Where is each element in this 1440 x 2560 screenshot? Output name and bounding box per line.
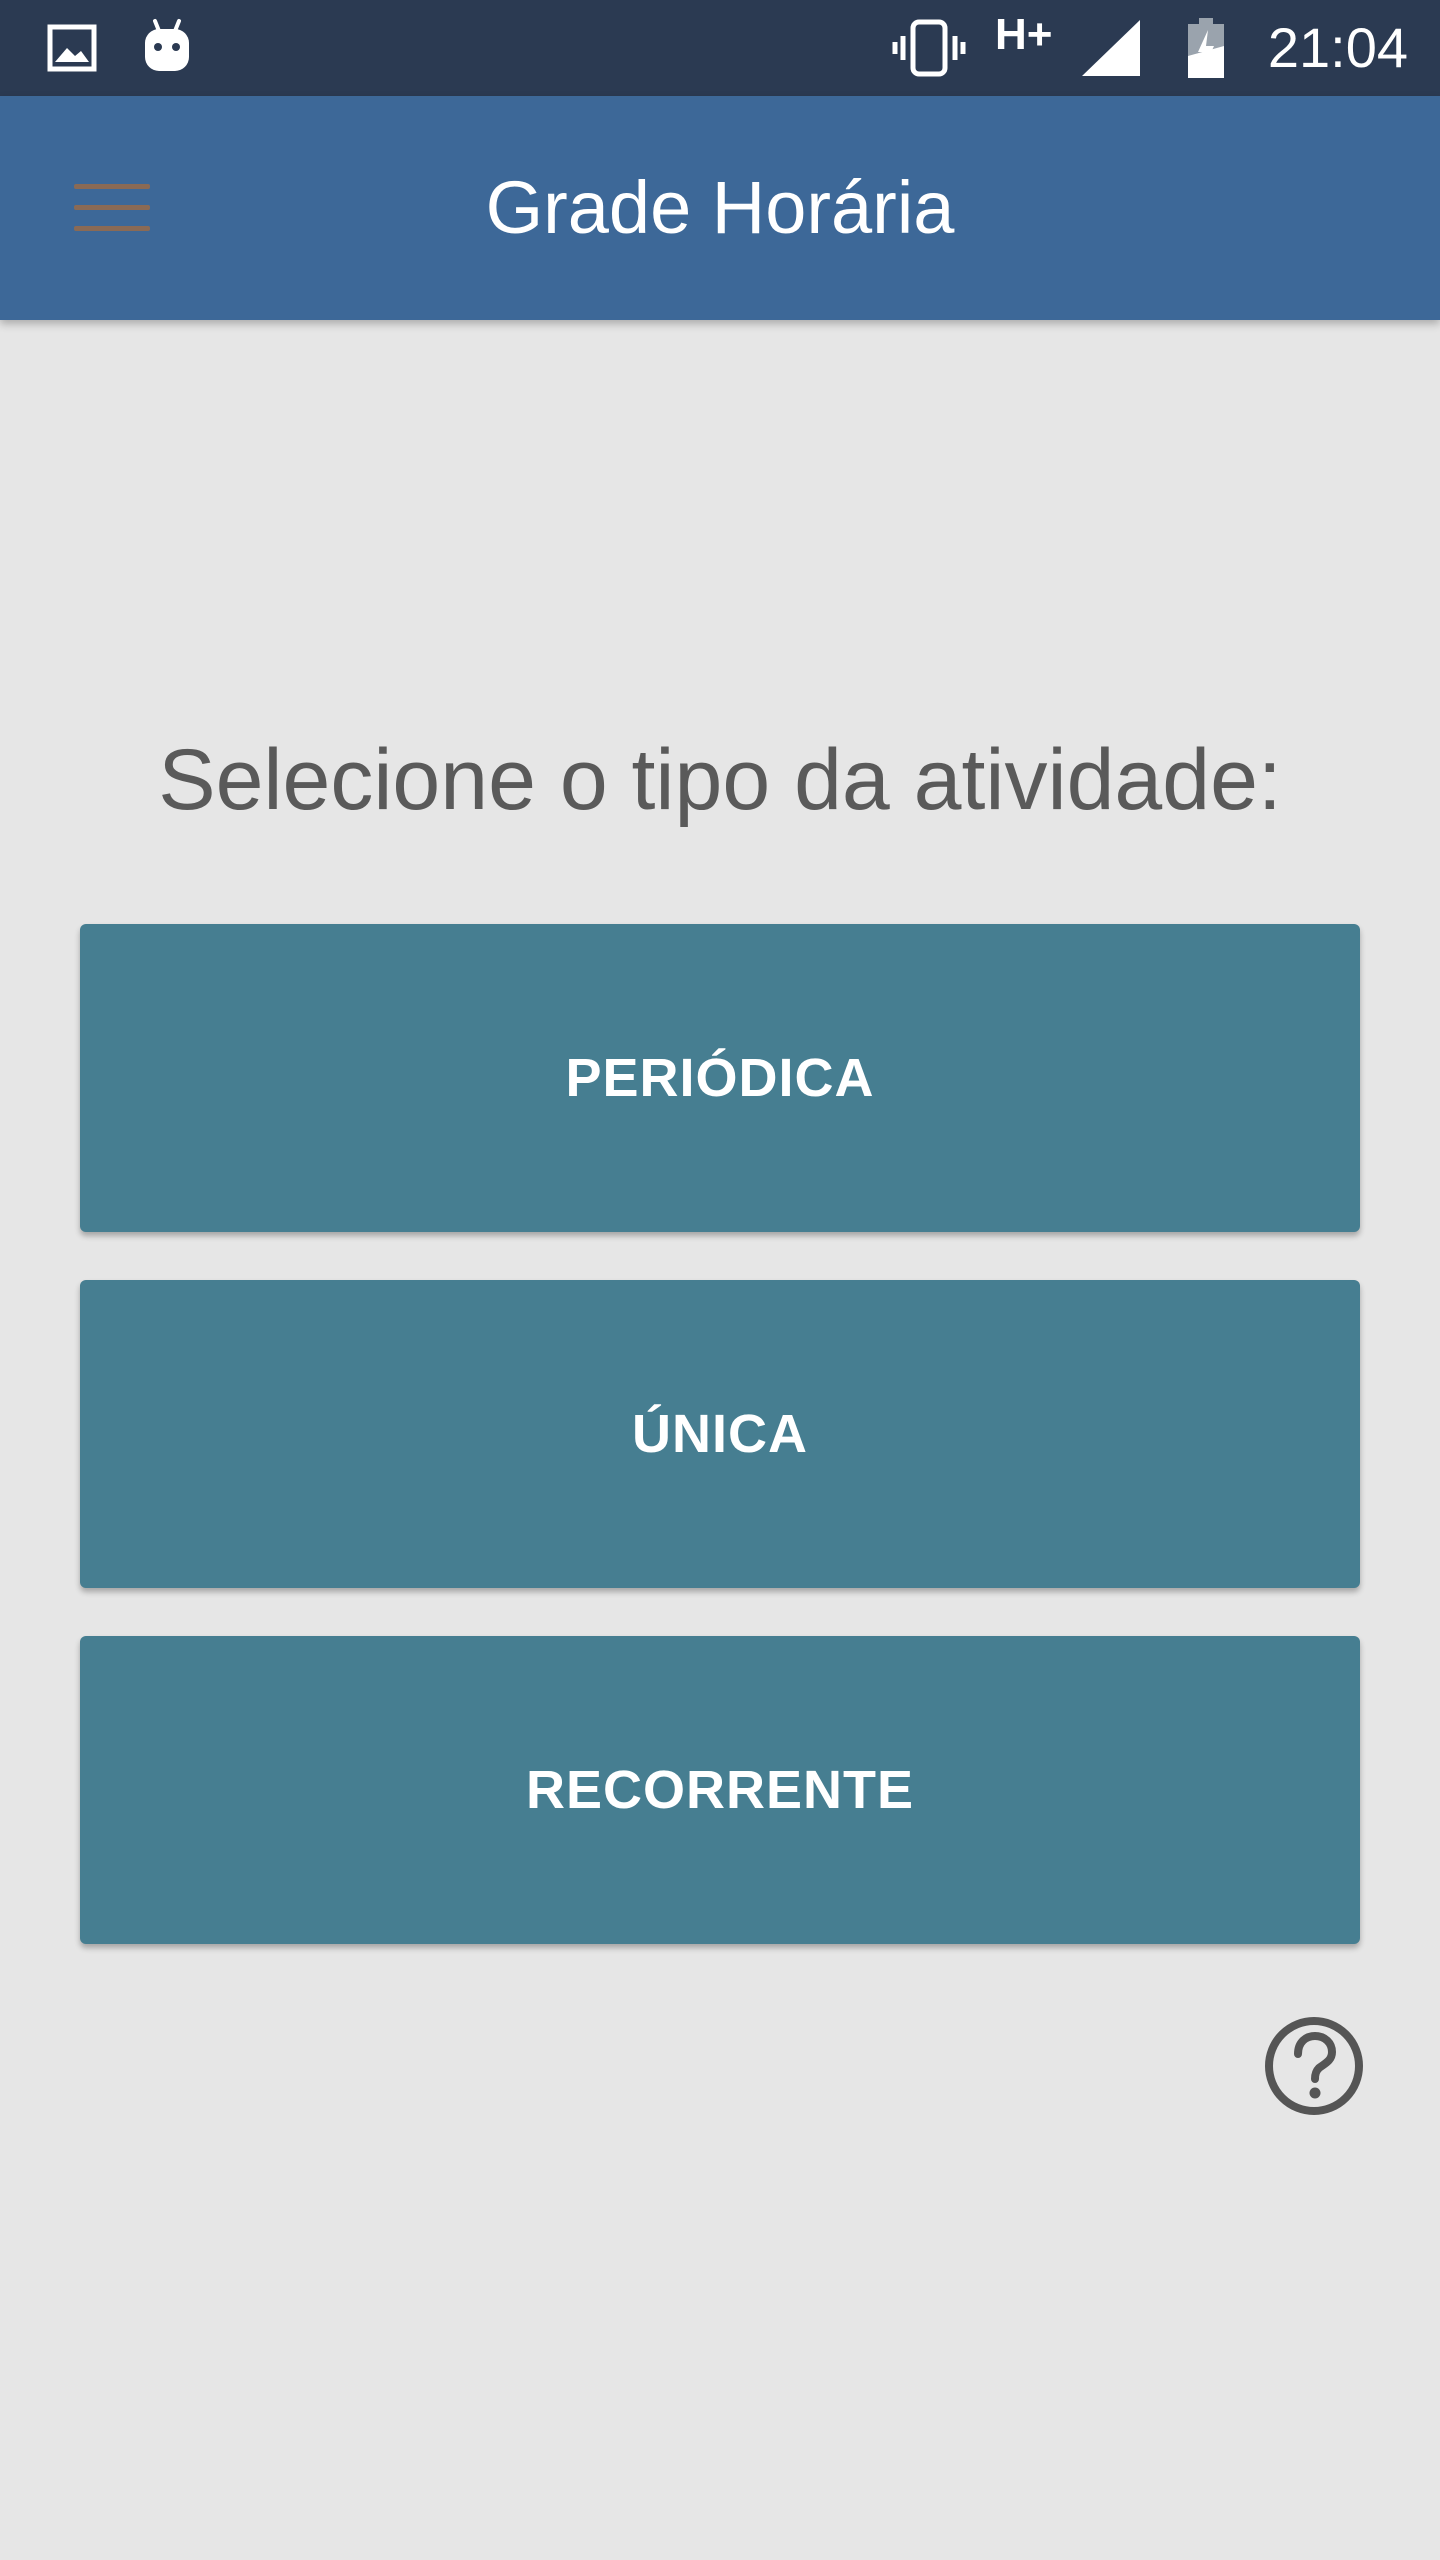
android-icon — [140, 16, 194, 76]
status-bar: H+ 21:04 — [0, 0, 1440, 96]
hamburger-menu-icon — [74, 182, 150, 234]
unica-button-label: ÚNICA — [632, 1404, 808, 1464]
app-bar: Grade Horária — [0, 96, 1440, 320]
menu-button[interactable] — [56, 158, 168, 258]
battery-charging-icon — [1184, 16, 1228, 80]
periodica-button[interactable]: PERIÓDICA — [80, 924, 1360, 1232]
recorrente-button-label: RECORRENTE — [525, 1760, 915, 1820]
vibrate-icon — [890, 16, 968, 80]
unica-button[interactable]: ÚNICA — [80, 1280, 1360, 1588]
app-title: Grade Horária — [485, 166, 955, 249]
activity-type-prompt: Selecione o tipo da atividade: — [158, 732, 1282, 828]
recorrente-button[interactable]: RECORRENTE — [80, 1636, 1360, 1944]
clock: 21:04 — [1267, 16, 1408, 79]
help-circle-icon — [1262, 2014, 1366, 2123]
periodica-button-label: PERIÓDICA — [565, 1048, 875, 1108]
signal-icon — [1080, 18, 1142, 78]
gallery-icon — [46, 22, 98, 74]
network-type-label: H+ — [995, 10, 1053, 59]
help-button[interactable] — [1262, 2016, 1366, 2120]
